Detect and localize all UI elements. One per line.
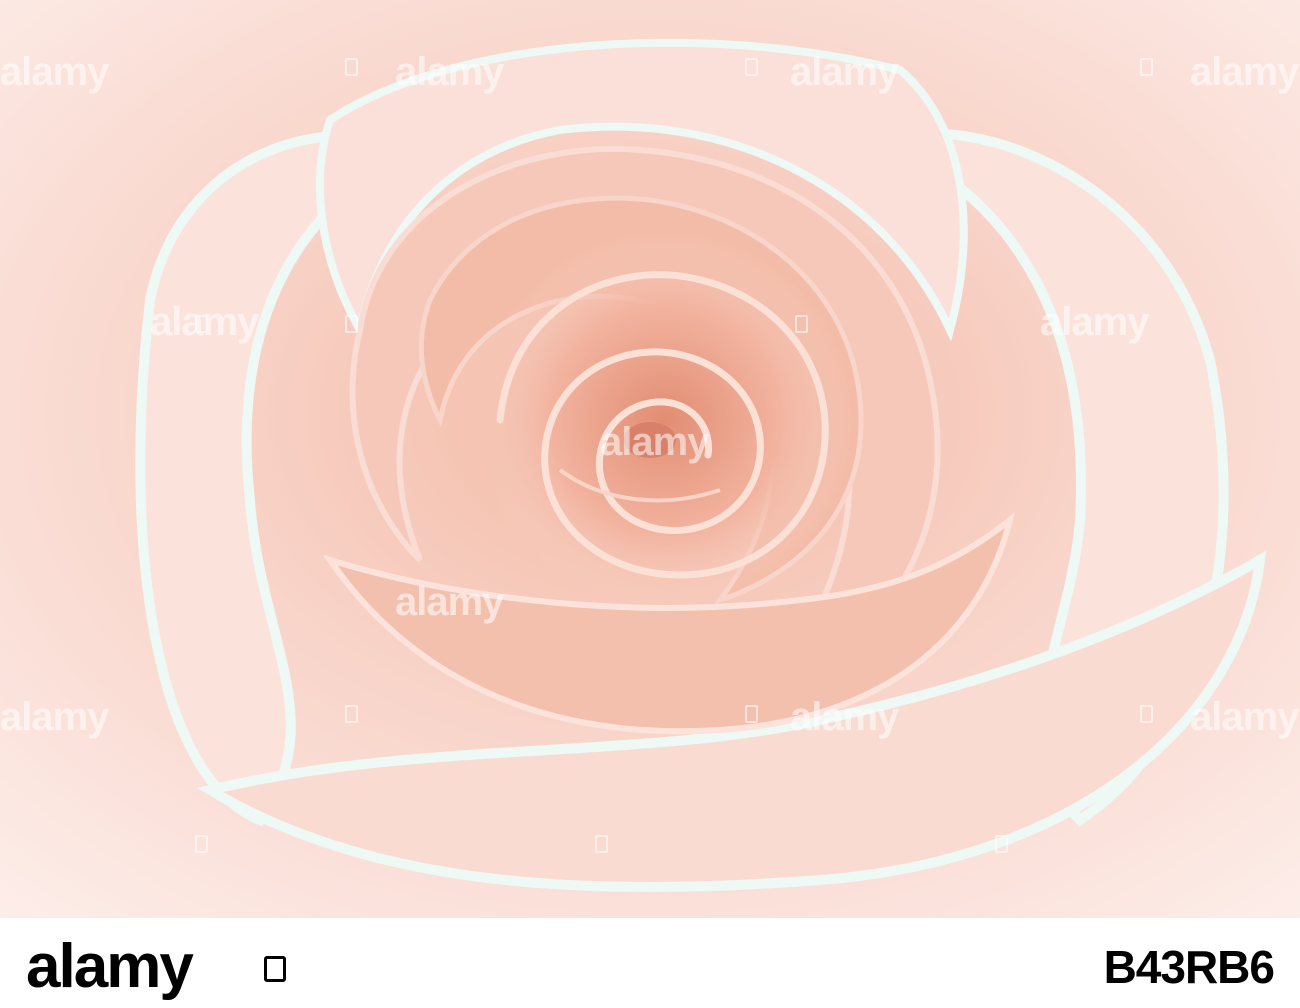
logo-square-icon [264,956,286,982]
watermark-square-icon [595,835,608,853]
rose-illustration [0,0,1300,918]
watermark-square-icon [345,58,358,76]
watermark-square-icon [1140,58,1153,76]
watermark-square-icon [1140,705,1153,723]
image-id: B43RB6 [1103,941,1275,993]
watermark-square-icon [345,315,358,333]
watermark-square-icon [195,315,208,333]
alamy-logo: alamy [26,932,194,1001]
stock-photo-page: alamy alamy alamy alamy alamy alamy alam… [0,0,1300,1008]
watermark-square-icon [995,835,1008,853]
watermark-square-icon [745,58,758,76]
watermark-square-icon [795,315,808,333]
stock-footer-bar: alamy B43RB6 [0,918,1300,1008]
rose-photo: alamy alamy alamy alamy alamy alamy alam… [0,0,1300,918]
watermark-square-icon [745,705,758,723]
watermark-square-icon [195,835,208,853]
watermark-square-icon [345,705,358,723]
